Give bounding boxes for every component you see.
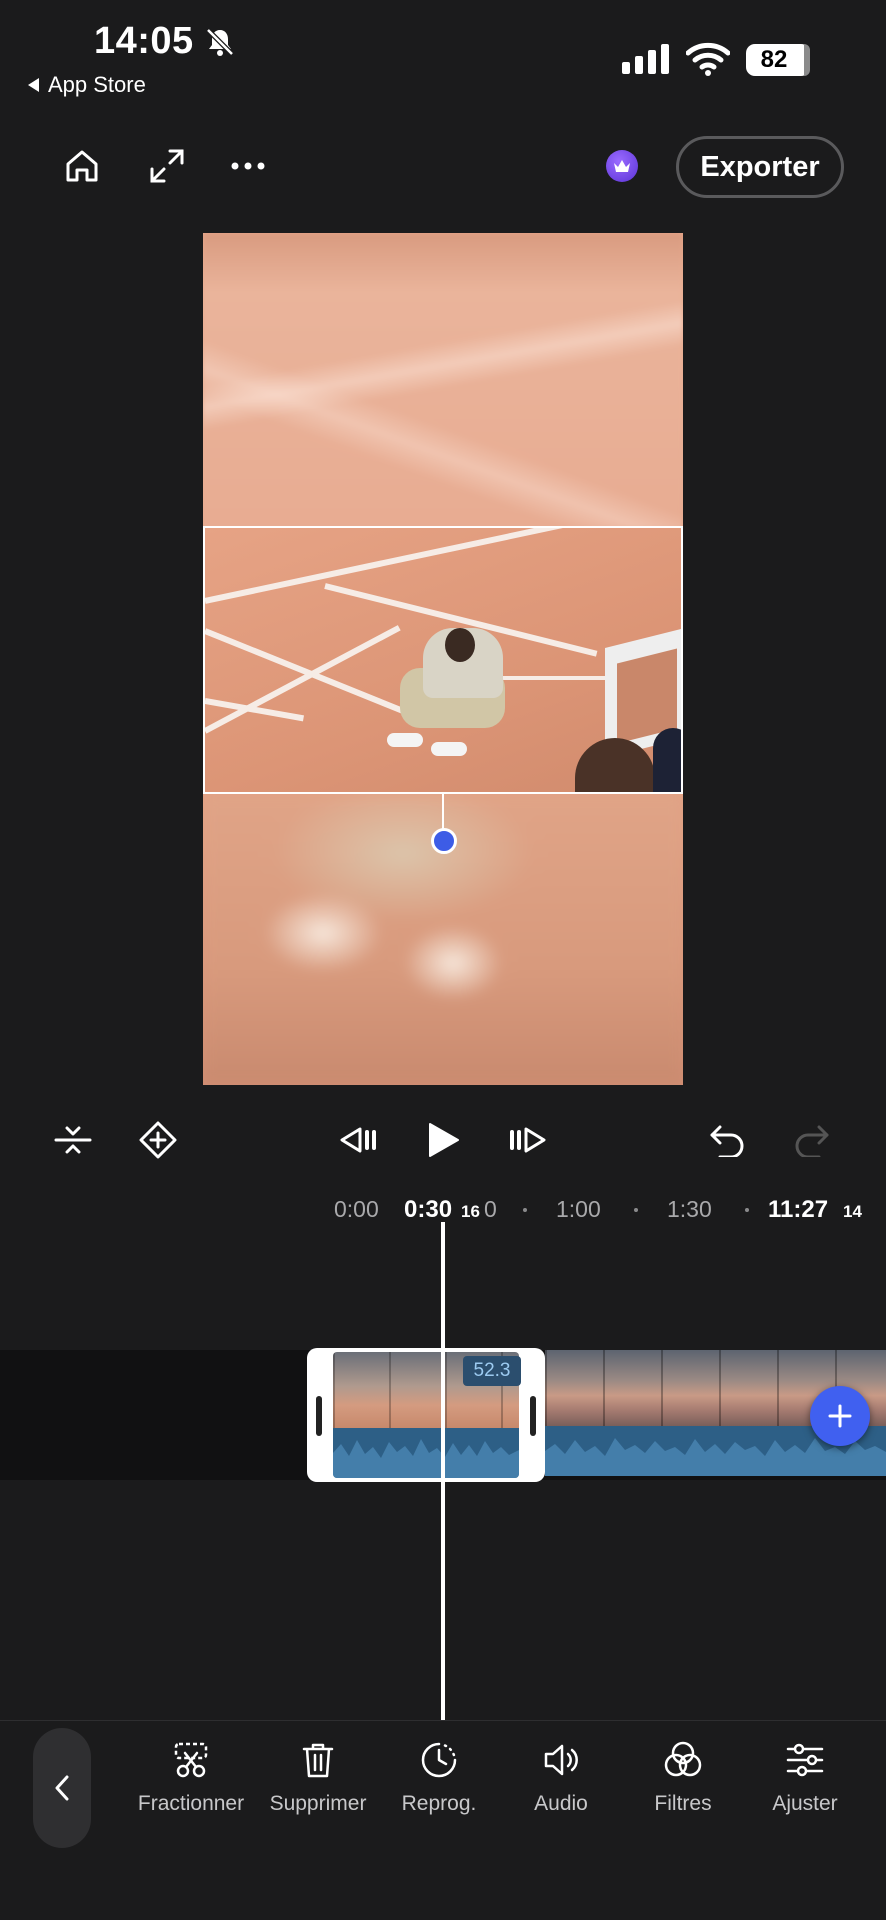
filters-circles-icon	[664, 1741, 702, 1777]
keyframe-button[interactable]	[128, 1110, 188, 1170]
step-forward-icon	[510, 1127, 546, 1153]
tool-audio[interactable]: Audio	[496, 1740, 626, 1816]
status-time: 14:05	[94, 20, 194, 62]
ruler-tick	[523, 1208, 527, 1212]
speaker-icon	[544, 1744, 578, 1776]
back-triangle-icon	[28, 78, 39, 92]
redo-icon	[795, 1125, 829, 1157]
bottom-divider	[0, 1720, 886, 1721]
total-duration: 11:27	[768, 1196, 829, 1223]
blurred-background-top	[203, 233, 683, 528]
ruler-mark-2: 1:30	[667, 1196, 712, 1222]
tool-label: Filtres	[654, 1792, 712, 1815]
back-button[interactable]	[33, 1728, 91, 1848]
clip-trim-handle-right[interactable]	[530, 1396, 536, 1436]
ruler-tick	[634, 1208, 638, 1212]
clip-trim-handle-left[interactable]	[316, 1396, 322, 1436]
ruler-mark-1: 1:00	[556, 1196, 601, 1222]
plus-icon	[828, 1404, 852, 1428]
premium-button[interactable]	[606, 150, 638, 182]
tool-retime[interactable]: Reprog.	[374, 1740, 504, 1816]
wifi-icon	[686, 42, 730, 76]
ruler-mark-partial: 0	[484, 1196, 497, 1222]
play-icon	[429, 1123, 459, 1157]
split-view-button[interactable]	[43, 1110, 103, 1170]
export-button[interactable]: Exporter	[676, 136, 844, 198]
tool-split[interactable]: Fractionner	[126, 1740, 256, 1816]
transform-anchor-line	[442, 793, 444, 833]
video-preview[interactable]	[203, 233, 683, 1085]
step-back-icon	[340, 1127, 376, 1153]
battery-indicator: 82	[746, 44, 810, 76]
audio-waveform	[333, 1439, 519, 1478]
split-scissors-icon	[174, 1742, 208, 1778]
tool-label: Ajuster	[772, 1792, 838, 1815]
home-button[interactable]	[52, 136, 112, 196]
undo-icon	[710, 1125, 744, 1157]
tool-filters[interactable]: Filtres	[618, 1740, 748, 1816]
tool-label: Audio	[534, 1792, 588, 1815]
clip-speed-badge: 52.3	[463, 1356, 521, 1386]
chevron-left-icon	[55, 1775, 69, 1801]
tool-label: Supprimer	[269, 1792, 367, 1815]
transform-anchor-handle[interactable]	[431, 828, 457, 854]
playhead[interactable]	[441, 1222, 445, 1720]
tool-label: Reprog.	[401, 1792, 477, 1815]
more-options-button[interactable]	[218, 136, 278, 196]
tool-delete[interactable]: Supprimer	[253, 1740, 383, 1816]
current-frames: 16	[461, 1202, 480, 1221]
expand-icon	[150, 149, 184, 183]
selected-clip-frame[interactable]	[203, 526, 683, 794]
more-icon	[231, 162, 265, 170]
battery-level: 82	[760, 46, 788, 73]
trash-icon	[302, 1743, 334, 1778]
sliders-icon	[786, 1743, 824, 1777]
current-time: 0:30	[404, 1196, 453, 1223]
tool-label: Fractionner	[137, 1792, 245, 1815]
play-button[interactable]	[413, 1110, 473, 1170]
fullscreen-button[interactable]	[137, 136, 197, 196]
cellular-signal-icon	[622, 44, 669, 74]
home-icon	[66, 150, 98, 182]
total-frames: 14	[843, 1202, 862, 1221]
crown-icon	[614, 160, 630, 172]
next-frame-button[interactable]	[498, 1110, 558, 1170]
back-to-app-store[interactable]: App Store	[26, 72, 146, 98]
undo-button[interactable]	[697, 1110, 757, 1170]
ruler-tick	[745, 1208, 749, 1212]
redo-button[interactable]	[782, 1110, 842, 1170]
tool-adjust[interactable]: Ajuster	[740, 1740, 870, 1816]
bell-muted-icon	[204, 26, 236, 58]
ruler-mark-0: 0:00	[334, 1196, 379, 1222]
clock-dashed-icon	[421, 1742, 457, 1778]
keyframe-add-icon	[139, 1121, 177, 1159]
split-vertical-icon	[54, 1126, 92, 1154]
back-app-label: App Store	[48, 72, 146, 97]
add-media-button[interactable]	[810, 1386, 870, 1446]
previous-frame-button[interactable]	[328, 1110, 388, 1170]
